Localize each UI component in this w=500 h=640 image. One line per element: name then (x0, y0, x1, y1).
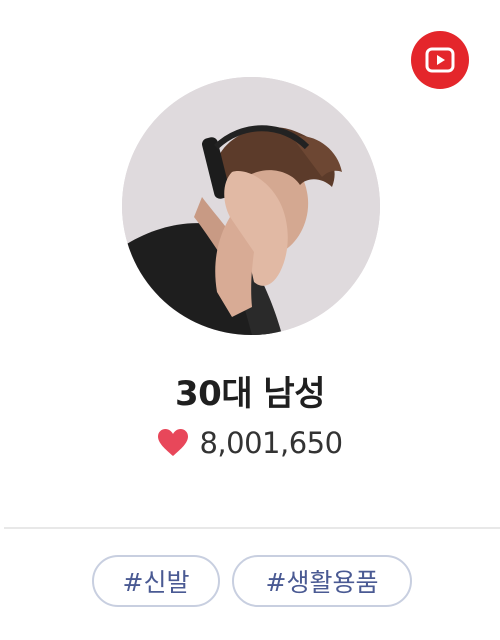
likes-count: 8,001,650 (199, 426, 343, 460)
tag-shoes[interactable]: #신발 (92, 555, 220, 607)
profile-name: 30대 남성 (175, 374, 326, 414)
youtube-play-icon (425, 47, 455, 73)
likes-row: 8,001,650 (0, 426, 500, 460)
youtube-button[interactable] (411, 31, 469, 89)
avatar (122, 77, 380, 335)
tag-household[interactable]: #생활용품 (232, 555, 412, 607)
divider (4, 527, 500, 529)
tag-list: #신발 #생활용품 (92, 555, 412, 607)
profile-card: 30대 남성 8,001,650 #신발 #생활용품 (0, 0, 500, 640)
heart-icon (158, 429, 189, 456)
person-with-headphones-photo (122, 77, 380, 335)
